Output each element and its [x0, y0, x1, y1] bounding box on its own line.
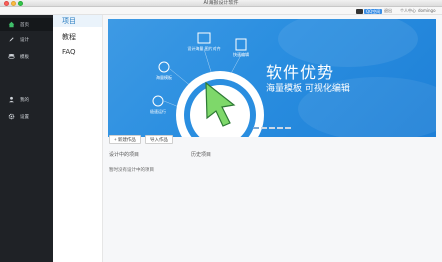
- carousel-dot[interactable]: [261, 127, 267, 129]
- banner-subtitle: 海量模板 可视化编辑: [266, 84, 350, 94]
- sidebar-item-settings[interactable]: 设置: [0, 110, 53, 123]
- sidebar-item-templates[interactable]: 模板: [0, 50, 53, 63]
- top-bar: QQ空间 退出 个人中心 domingo: [0, 7, 442, 15]
- feature-label: 海量模板: [156, 75, 172, 80]
- app-window: AI海报设计软件 QQ空间 退出 个人中心 domingo 首页 设计 模板 我…: [0, 0, 442, 262]
- tab-faq[interactable]: FAQ: [53, 46, 102, 58]
- brand-label: QQ空间: [364, 8, 383, 14]
- window-title: AI海报设计软件: [203, 0, 239, 6]
- sidebar-item-label: 模板: [20, 54, 29, 60]
- brand-logo-icon: [356, 8, 363, 14]
- main-content: 设计海量 图片对齐 快速编辑 海量模板 极速运行 软件优势 海量模板 可视化编辑…: [103, 15, 442, 262]
- history-section-title[interactable]: 历史项目: [191, 151, 211, 158]
- brand-badge[interactable]: QQ空间: [356, 8, 383, 14]
- new-project-button[interactable]: + 新建作品: [109, 135, 141, 144]
- designing-section-title: 设计中的项目: [109, 152, 140, 158]
- banner-title: 软件优势: [266, 63, 335, 82]
- user-icon: [8, 96, 15, 103]
- layers-icon: [8, 53, 15, 60]
- empty-state-text: 暂时没有设计中的项目: [109, 168, 154, 173]
- carousel-dot[interactable]: [269, 127, 275, 129]
- gear-icon: [8, 113, 15, 120]
- profile-link[interactable]: 个人中心: [400, 8, 416, 14]
- sidebar-item-label: 我的: [20, 97, 29, 103]
- carousel-dot[interactable]: [277, 127, 283, 129]
- sidebar-item-design[interactable]: 设计: [0, 33, 53, 46]
- feature-label: 设计海量 图片对齐: [187, 46, 221, 51]
- username-link[interactable]: domingo: [418, 8, 436, 14]
- title-bar: AI海报设计软件: [0, 0, 442, 7]
- sidebar: 首页 设计 模板 我的 设置: [0, 15, 53, 262]
- tab-projects[interactable]: 项目: [53, 15, 102, 27]
- promo-banner[interactable]: 设计海量 图片对齐 快速编辑 海量模板 极速运行 软件优势 海量模板 可视化编辑: [108, 19, 436, 137]
- pencil-icon: [8, 36, 15, 43]
- sidebar-item-label: 首页: [20, 22, 29, 28]
- logout-link[interactable]: 退出: [384, 8, 392, 14]
- feature-label: 快速编辑: [233, 52, 249, 57]
- sidebar-item-label: 设置: [20, 114, 29, 120]
- tab-tutorials[interactable]: 教程: [53, 31, 102, 43]
- carousel-dot[interactable]: [285, 127, 291, 129]
- sidebar-item-label: 设计: [20, 37, 29, 43]
- feature-label: 极速运行: [150, 109, 166, 114]
- import-project-button[interactable]: 导入作品: [145, 135, 173, 144]
- sidebar-item-mine[interactable]: 我的: [0, 93, 53, 106]
- sub-navigation: 项目 教程 FAQ: [53, 15, 103, 262]
- home-icon: [8, 21, 15, 28]
- carousel-indicators: [253, 127, 291, 129]
- carousel-dot[interactable]: [253, 127, 259, 129]
- sidebar-item-home[interactable]: 首页: [0, 18, 53, 31]
